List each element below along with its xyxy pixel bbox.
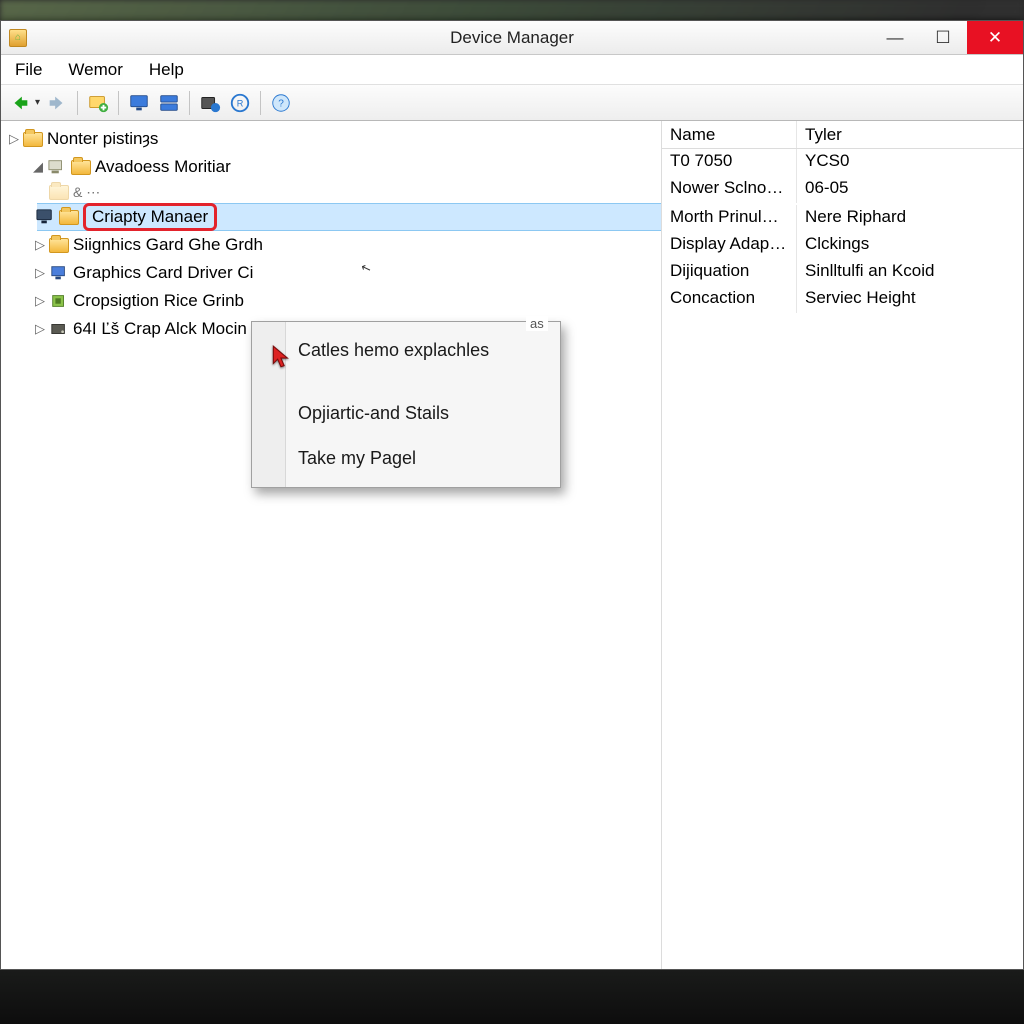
- menubar: File Wemor Help: [1, 55, 1023, 85]
- tree-item-cropsigtion[interactable]: ▷ Cropsigtion Rice Grinb: [1, 287, 661, 315]
- back-button[interactable]: [7, 90, 33, 116]
- context-menu-label: Catles hemo explachles: [298, 340, 489, 360]
- detail-name: Concaction: [662, 286, 797, 313]
- tree-item-ghost[interactable]: & ⋯: [1, 181, 661, 203]
- collapse-icon[interactable]: ◢: [29, 159, 47, 175]
- expand-icon[interactable]: ▷: [31, 265, 49, 281]
- folder-icon: [49, 238, 69, 253]
- context-menu-item-3[interactable]: Take my Pagel: [252, 436, 560, 481]
- tree-item-avadoess[interactable]: ◢ Avadoess Moritiar: [1, 153, 661, 181]
- cursor-icon: [271, 344, 293, 374]
- details-row[interactable]: Concaction Serviec Height: [662, 286, 1023, 313]
- forward-button[interactable]: [44, 90, 70, 116]
- tree-item-siignhics[interactable]: ▷ Siignhics Gard Ghe Grdh: [1, 231, 661, 259]
- expand-icon[interactable]: ▷: [31, 321, 49, 337]
- menu-help[interactable]: Help: [145, 56, 188, 84]
- detail-name: Dijiquation: [662, 259, 797, 286]
- tool-scan-icon[interactable]: R: [227, 90, 253, 116]
- monitor-icon: [35, 208, 55, 226]
- toolbar: ▾ R ?: [1, 85, 1023, 121]
- highlighted-selection: Criapty Manaer: [83, 203, 217, 231]
- folder-icon: [59, 210, 79, 225]
- context-menu-item-1[interactable]: Catles hemo explachles: [252, 328, 560, 373]
- menu-file[interactable]: File: [11, 56, 46, 84]
- tree-item-label: Cropsigtion Rice Grinb: [73, 291, 244, 311]
- details-row[interactable]: T0 7050 YCS0: [662, 149, 1023, 176]
- content-area: ↖ ▷ Nonter pistinȝs ◢ Avadoess Moritiar …: [1, 121, 1023, 969]
- window-title: Device Manager: [1, 28, 1023, 48]
- detail-value: Clckings: [797, 232, 1023, 259]
- column-header-name[interactable]: Name: [662, 121, 797, 148]
- chip-icon: [49, 292, 69, 310]
- drive-icon: [49, 320, 69, 338]
- folder-icon: [71, 160, 91, 175]
- display-icon: [49, 264, 69, 282]
- details-header[interactable]: Name Tyler: [662, 121, 1023, 149]
- context-menu: as Catles hemo explachles Opjiartic-and …: [251, 321, 561, 488]
- tree-item-selected[interactable]: Criapty Manaer: [1, 203, 661, 231]
- column-header-tyler[interactable]: Tyler: [797, 121, 1023, 148]
- details-pane: Name Tyler T0 7050 YCS0 Nower Sclnoro… 0…: [661, 121, 1023, 969]
- detail-value: Sinlltulfi an Kcoid: [797, 259, 1023, 286]
- tree-item-label: 64I Ľš Crap Alck Mocin: [73, 319, 247, 339]
- computer-icon: [47, 158, 67, 176]
- details-row[interactable]: Display Adapters Clckings: [662, 232, 1023, 259]
- details-row[interactable]: Nower Sclnoro… 06-05: [662, 176, 1023, 203]
- svg-text:?: ?: [278, 98, 284, 109]
- detail-name: Nower Sclnoro…: [662, 176, 797, 203]
- tree-item-label: Avadoess Moritiar: [95, 157, 231, 177]
- tree-root-label: Nonter pistinȝs: [47, 129, 158, 149]
- tool-add-icon[interactable]: [85, 90, 111, 116]
- menu-wemor[interactable]: Wemor: [64, 56, 126, 84]
- svg-text:R: R: [237, 98, 244, 108]
- tree-item-label: & ⋯: [73, 184, 100, 201]
- background-bottom: [0, 970, 1024, 1024]
- tool-diskaction-icon[interactable]: [197, 90, 223, 116]
- context-menu-item-2[interactable]: Opjiartic-and Stails: [252, 391, 560, 436]
- details-row[interactable]: Morth Prinule … Nere Riphard: [662, 205, 1023, 232]
- tree-item-graphics[interactable]: ▷ Graphics Card Driver Ci: [1, 259, 661, 287]
- detail-value: 06-05: [797, 176, 1023, 203]
- context-menu-label: Take my Pagel: [298, 448, 416, 468]
- detail-value: Serviec Height: [797, 286, 1023, 313]
- detail-name: T0 7050: [662, 149, 797, 176]
- titlebar[interactable]: ⌂ Device Manager — ☐ ✕: [1, 21, 1023, 55]
- folder-icon: [23, 132, 43, 147]
- detail-value: YCS0: [797, 149, 1023, 176]
- device-tree[interactable]: ▷ Nonter pistinȝs ◢ Avadoess Moritiar & …: [1, 121, 661, 969]
- back-dropdown-icon[interactable]: ▾: [35, 97, 40, 108]
- tree-item-label: Siignhics Gard Ghe Grdh: [73, 235, 263, 255]
- details-row[interactable]: Dijiquation Sinlltulfi an Kcoid: [662, 259, 1023, 286]
- tool-drives-icon[interactable]: [156, 90, 182, 116]
- tree-item-label: Graphics Card Driver Ci: [73, 263, 253, 283]
- tree-root[interactable]: ▷ Nonter pistinȝs: [1, 125, 661, 153]
- context-menu-label: Opjiartic-and Stails: [298, 403, 449, 423]
- tool-monitor-icon[interactable]: [126, 90, 152, 116]
- expand-icon[interactable]: ▷: [5, 131, 23, 147]
- expand-icon[interactable]: ▷: [31, 293, 49, 309]
- detail-value: Nere Riphard: [797, 205, 1023, 232]
- folder-icon: [49, 185, 69, 200]
- expand-icon[interactable]: ▷: [31, 237, 49, 253]
- detail-name: Morth Prinule …: [662, 205, 797, 232]
- device-manager-window: ⌂ Device Manager — ☐ ✕ File Wemor Help ▾: [0, 20, 1024, 970]
- detail-name: Display Adapters: [662, 232, 797, 259]
- tool-help-icon[interactable]: ?: [268, 90, 294, 116]
- tree-item-label: Criapty Manaer: [92, 207, 208, 226]
